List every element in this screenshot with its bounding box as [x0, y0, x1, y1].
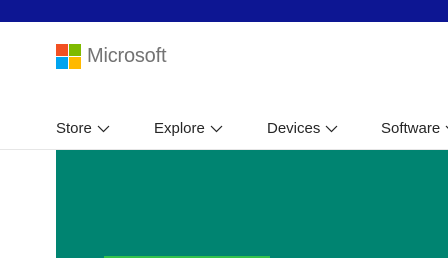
top-bar [0, 0, 448, 22]
nav-item-label: Store [56, 120, 92, 137]
logo-square-blue [56, 56, 68, 69]
brand-name: Microsoft [87, 45, 167, 67]
logo-square-green [69, 43, 81, 56]
nav-item-devices[interactable]: Devices [267, 119, 338, 139]
nav-item-software[interactable]: Software [381, 119, 448, 139]
page: Microsoft Store Explore Devices Software [0, 0, 448, 258]
nav-item-label: Devices [267, 120, 321, 137]
nav-item-store[interactable]: Store [56, 119, 110, 139]
nav-item-label: Explore [154, 120, 205, 137]
nav-item-explore[interactable]: Explore [154, 119, 223, 139]
hero-banner [56, 150, 448, 258]
chevron-down-icon [210, 125, 223, 133]
microsoft-logo-link[interactable]: Microsoft [56, 43, 167, 69]
chevron-down-icon [97, 125, 110, 133]
microsoft-logo-icon [56, 43, 81, 69]
logo-square-yellow [69, 56, 81, 69]
main-nav: Store Explore Devices Software [0, 110, 448, 148]
logo-square-red [56, 43, 68, 56]
nav-item-label: Software [381, 120, 441, 137]
chevron-down-icon [325, 125, 338, 133]
